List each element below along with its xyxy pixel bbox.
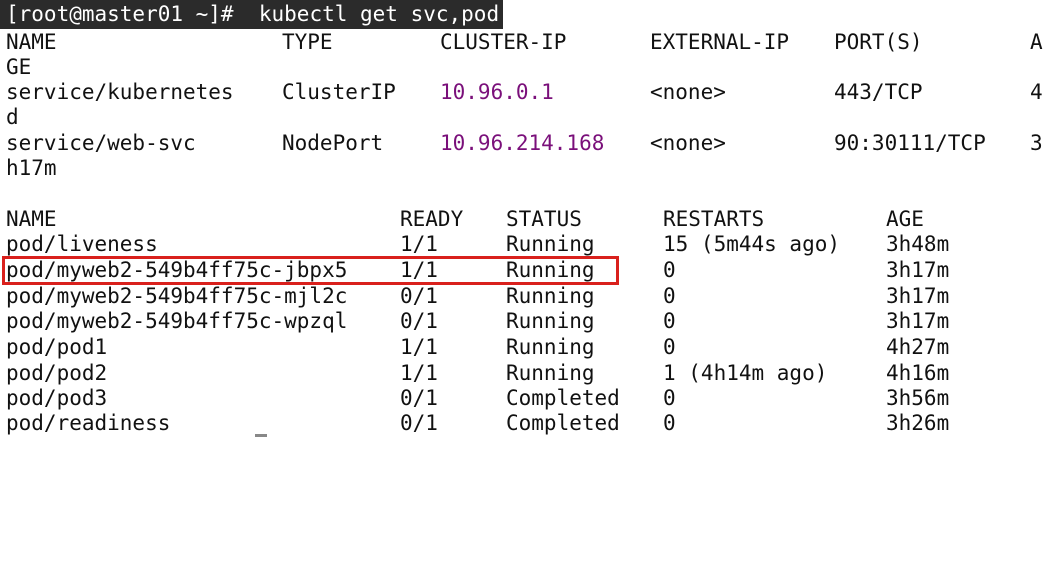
pod-header-row: NAME READY STATUS RESTARTS AGE	[6, 207, 924, 232]
pod-row: pod/readiness 0/1 Completed 0 3h26m	[6, 411, 949, 436]
pod-header-status: STATUS	[506, 207, 582, 231]
svc-header-external-ip: EXTERNAL-IP	[650, 30, 790, 54]
pod-status: Running	[506, 232, 595, 256]
pod-age: 3h17m	[886, 309, 950, 333]
svc-type: ClusterIP	[282, 80, 396, 104]
pod-restarts: 0	[663, 309, 676, 333]
pod-row: pod/myweb2-549b4ff75c-wpzql 0/1 Running …	[6, 309, 949, 334]
pod-age: 3h17m	[886, 284, 950, 308]
pod-name: pod/myweb2-549b4ff75c-mjl2c	[6, 284, 348, 308]
pod-ready: 0/1	[400, 386, 438, 410]
pod-row: pod/pod3 0/1 Completed 0 3h56m	[6, 386, 949, 411]
pod-ready: 0/1	[400, 309, 438, 333]
pod-restarts: 0	[663, 258, 676, 282]
pod-row: pod/myweb2-549b4ff75c-mjl2c 0/1 Running …	[6, 284, 949, 309]
svc-header-row-wrap: GE	[6, 55, 31, 80]
pod-status: Running	[506, 361, 595, 385]
pod-status: Running	[506, 309, 595, 333]
pod-row: pod/pod1 1/1 Running 0 4h27m	[6, 335, 949, 360]
pod-name: pod/readiness	[6, 411, 171, 435]
pod-age: 3h17m	[886, 258, 950, 282]
pod-name: pod/pod2	[6, 361, 108, 385]
svc-age-part2: h17m	[6, 156, 57, 180]
svc-cluster-ip: 10.96.214.168	[440, 131, 605, 155]
pod-restarts: 1 (4h14m ago)	[663, 361, 828, 385]
pod-header-age: AGE	[886, 207, 924, 231]
highlight-box	[2, 256, 619, 285]
svc-header-age-part2: GE	[6, 55, 32, 79]
svc-name: service/kubernetes	[6, 80, 234, 104]
svc-header-age-part1: A	[1030, 30, 1043, 54]
pod-status: Completed	[506, 411, 620, 435]
pod-ready: 1/1	[400, 335, 438, 359]
pod-ready: 0/1	[400, 284, 438, 308]
pod-restarts: 0	[663, 284, 676, 308]
pod-name: pod/liveness	[6, 232, 158, 256]
terminal-command-line: [root@master01 ~]# kubectl get svc,pod	[0, 0, 504, 29]
pod-header-restarts: RESTARTS	[663, 207, 765, 231]
pod-age: 3h56m	[886, 386, 950, 410]
terminal-prompt: [root@master01 ~]#	[6, 2, 234, 26]
svc-row-web-svc-wrap: h17m	[6, 156, 57, 181]
svc-external-ip: <none>	[650, 131, 726, 155]
svc-age-part1: 3	[1030, 131, 1043, 155]
svc-header-row: NAME TYPE CLUSTER-IP EXTERNAL-IP PORT(S)…	[6, 30, 1043, 55]
pod-row: pod/pod2 1/1 Running 1 (4h14m ago) 4h16m	[6, 361, 949, 386]
pod-age: 3h48m	[886, 232, 950, 256]
pod-name: pod/myweb2-549b4ff75c-wpzql	[6, 309, 348, 333]
svc-header-type: TYPE	[282, 30, 333, 54]
pod-age: 3h26m	[886, 411, 950, 435]
pod-row: pod/liveness 1/1 Running 15 (5m44s ago) …	[6, 232, 949, 257]
svc-header-ports: PORT(S)	[834, 30, 923, 54]
pod-status: Running	[506, 284, 595, 308]
svc-header-cluster-ip: CLUSTER-IP	[440, 30, 567, 54]
pod-restarts: 15 (5m44s ago)	[663, 232, 841, 256]
svc-age-part2: d	[6, 105, 19, 129]
svc-ports: 90:30111/TCP	[834, 131, 986, 155]
pod-ready: 1/1	[400, 361, 438, 385]
svc-ports: 443/TCP	[834, 80, 923, 104]
pod-restarts: 0	[663, 386, 676, 410]
pod-header-ready: READY	[400, 207, 464, 231]
svc-header-name: NAME	[6, 30, 57, 54]
svc-row-kubernetes-wrap: d	[6, 105, 31, 130]
svc-type: NodePort	[282, 131, 384, 155]
pod-name: pod/pod1	[6, 335, 108, 359]
svc-age-part1: 4	[1030, 80, 1043, 104]
pod-name: pod/pod3	[6, 386, 108, 410]
svc-name: service/web-svc	[6, 131, 196, 155]
terminal-cursor	[255, 434, 267, 437]
svc-cluster-ip: 10.96.0.1	[440, 80, 554, 104]
terminal-command: kubectl get svc,pod	[258, 2, 500, 26]
svc-row-kubernetes: service/kubernetes ClusterIP 10.96.0.1 <…	[6, 80, 1043, 105]
pod-age: 4h27m	[886, 335, 950, 359]
pod-restarts: 0	[663, 411, 676, 435]
svc-external-ip: <none>	[650, 80, 726, 104]
pod-ready: 1/1	[400, 232, 438, 256]
pod-age: 4h16m	[886, 361, 950, 385]
pod-status: Completed	[506, 386, 620, 410]
pod-ready: 0/1	[400, 411, 438, 435]
pod-header-name: NAME	[6, 207, 57, 231]
svc-row-web-svc: service/web-svc NodePort 10.96.214.168 <…	[6, 131, 1043, 156]
pod-status: Running	[506, 335, 595, 359]
pod-restarts: 0	[663, 335, 676, 359]
